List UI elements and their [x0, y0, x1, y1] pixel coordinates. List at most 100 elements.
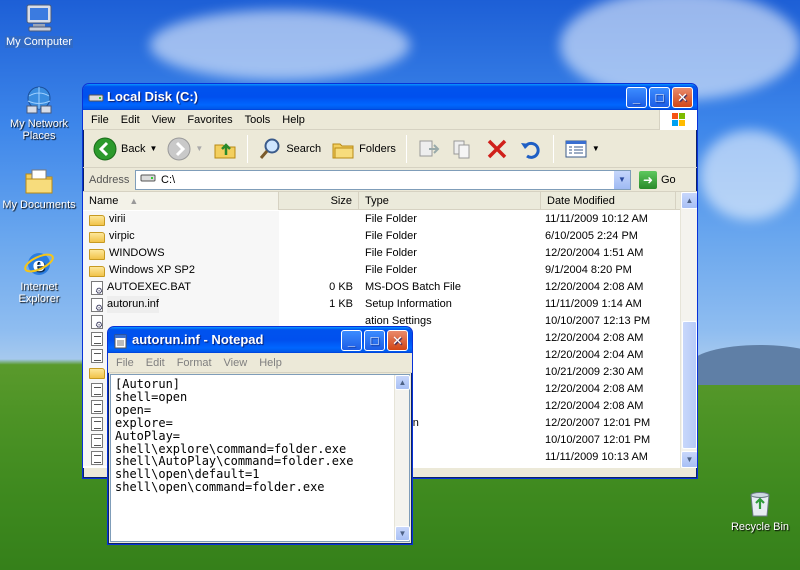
menu-help[interactable]: Help — [253, 357, 288, 369]
notepad-window[interactable]: autorun.inf - Notepad _ □ ✕ File Edit Fo… — [107, 326, 413, 545]
file-row[interactable]: virpic File Folder 6/10/2005 2:24 PM — [83, 228, 676, 245]
minimize-button[interactable]: _ — [626, 87, 647, 108]
address-input[interactable]: C:\ ▼ — [135, 169, 631, 190]
file-date: 11/11/2009 10:13 AM — [545, 451, 648, 463]
file-icon — [91, 450, 103, 465]
column-header-date[interactable]: Date Modified — [541, 192, 676, 210]
computer-icon — [23, 2, 55, 34]
menu-view[interactable]: View — [218, 357, 254, 369]
back-button[interactable]: Back ▼ — [89, 134, 161, 164]
file-row[interactable]: autorun.inf 1 KB Setup Information 11/11/20… — [83, 296, 676, 313]
file-icon — [91, 280, 103, 296]
chevron-down-icon[interactable]: ▼ — [613, 170, 630, 189]
desktop-icon-label: Internet Explorer — [18, 281, 60, 305]
undo-button[interactable] — [515, 134, 547, 164]
back-arrow-icon — [93, 137, 117, 161]
drive-icon — [88, 89, 104, 105]
folder-icon — [89, 266, 105, 277]
copy-to-icon — [451, 137, 475, 161]
chevron-down-icon[interactable]: ▼ — [149, 144, 157, 153]
chevron-down-icon[interactable]: ▼ — [195, 144, 203, 153]
toolbar-separator — [405, 134, 407, 163]
desktop-icon-my-documents[interactable]: My Documents — [1, 165, 77, 211]
scroll-down-button[interactable]: ▼ — [681, 451, 697, 468]
search-button[interactable]: Search — [254, 134, 325, 164]
go-button[interactable]: ➜ Go — [639, 170, 676, 189]
copy-to-button[interactable] — [447, 134, 479, 164]
menu-edit[interactable]: Edit — [140, 357, 171, 369]
menu-view[interactable]: View — [146, 114, 182, 126]
menu-file[interactable]: File — [110, 357, 140, 369]
file-name: Windows XP SP2 — [109, 264, 196, 276]
chevron-down-icon[interactable]: ▼ — [592, 144, 600, 153]
go-arrow-icon: ➜ — [639, 170, 657, 189]
menu-help[interactable]: Help — [276, 114, 311, 126]
back-label: Back — [121, 142, 146, 155]
file-row[interactable]: virii File Folder 11/11/2009 10:12 AM — [83, 211, 676, 228]
file-name-cell: Windows XP SP2 — [83, 262, 279, 279]
file-type: File Folder — [365, 264, 417, 276]
file-name: WINDOWS — [109, 247, 165, 259]
window-title: Local Disk (C:) — [107, 89, 199, 104]
forward-button[interactable]: ▼ — [163, 134, 207, 164]
close-button[interactable]: ✕ — [387, 330, 408, 351]
vertical-scrollbar[interactable]: ▲ ▼ — [680, 192, 697, 468]
vertical-scrollbar[interactable]: ▲ ▼ — [394, 375, 410, 541]
scroll-down-button[interactable]: ▼ — [395, 526, 410, 541]
cloud — [150, 10, 410, 80]
file-icon — [91, 382, 103, 397]
notepad-titlebar[interactable]: autorun.inf - Notepad _ □ ✕ — [108, 327, 412, 353]
menu-tools[interactable]: Tools — [239, 114, 277, 126]
menu-file[interactable]: File — [85, 114, 115, 126]
desktop-icon-my-computer[interactable]: My Computer — [1, 2, 77, 48]
file-size — [279, 211, 359, 228]
search-icon — [258, 137, 282, 161]
file-type: MS-DOS Batch File — [365, 281, 461, 293]
notepad-menubar: File Edit Format View Help — [108, 353, 412, 373]
folder-icon — [89, 249, 105, 260]
desktop-icon-my-network-places[interactable]: My Network Places — [1, 84, 77, 142]
folders-button[interactable]: Folders — [327, 134, 400, 164]
file-icon — [91, 416, 103, 431]
maximize-button[interactable]: □ — [649, 87, 670, 108]
close-button[interactable]: ✕ — [672, 87, 693, 108]
file-name: virpic — [109, 230, 135, 242]
up-folder-button[interactable] — [209, 134, 241, 164]
folder-icon — [89, 368, 105, 379]
file-row[interactable]: AUTOEXEC.BAT 0 KB MS-DOS Batch File 12/20/2… — [83, 279, 676, 296]
scroll-up-button[interactable]: ▲ — [681, 192, 697, 209]
move-to-button[interactable] — [413, 134, 445, 164]
column-header-type[interactable]: Type — [359, 192, 541, 210]
file-row[interactable]: Windows XP SP2 File Folder 9/1/2004 8:20 P… — [83, 262, 676, 279]
column-header-name[interactable]: Name ▲ — [83, 192, 279, 210]
file-date: 12/20/2004 2:08 AM — [545, 383, 644, 395]
file-type: File Folder — [365, 213, 417, 225]
delete-button[interactable] — [481, 134, 513, 164]
file-date: 9/1/2004 8:20 PM — [545, 264, 632, 276]
menu-format[interactable]: Format — [171, 357, 218, 369]
explorer-titlebar[interactable]: Local Disk (C:) _ □ ✕ — [83, 84, 697, 110]
minimize-button[interactable]: _ — [341, 330, 362, 351]
views-button[interactable]: ▼ — [560, 134, 604, 164]
desktop-icon-recycle-bin[interactable]: Recycle Bin — [722, 487, 798, 533]
documents-folder-icon — [23, 165, 55, 197]
windows-logo-icon — [659, 110, 697, 130]
column-header-size[interactable]: Size — [279, 192, 359, 210]
file-type: Setup Information — [365, 298, 452, 310]
scroll-up-button[interactable]: ▲ — [395, 375, 410, 390]
notepad-text-area[interactable]: [Autorun] shell=open open= explore= Auto… — [110, 374, 410, 542]
folders-label: Folders — [359, 142, 396, 155]
undo-icon — [519, 137, 543, 161]
notepad-text: [Autorun] shell=open open= explore= Auto… — [115, 377, 354, 495]
file-row[interactable]: WINDOWS File Folder 12/20/2004 1:51 AM — [83, 245, 676, 262]
maximize-button[interactable]: □ — [364, 330, 385, 351]
sort-ascending-icon: ▲ — [129, 196, 139, 206]
views-icon — [564, 137, 588, 161]
file-size — [279, 245, 359, 262]
search-label: Search — [286, 142, 322, 155]
go-label: Go — [661, 173, 676, 186]
desktop-icon-internet-explorer[interactable]: e Internet Explorer — [1, 247, 77, 305]
menu-favorites[interactable]: Favorites — [181, 114, 238, 126]
menu-edit[interactable]: Edit — [115, 114, 146, 126]
scroll-thumb[interactable] — [682, 321, 697, 449]
